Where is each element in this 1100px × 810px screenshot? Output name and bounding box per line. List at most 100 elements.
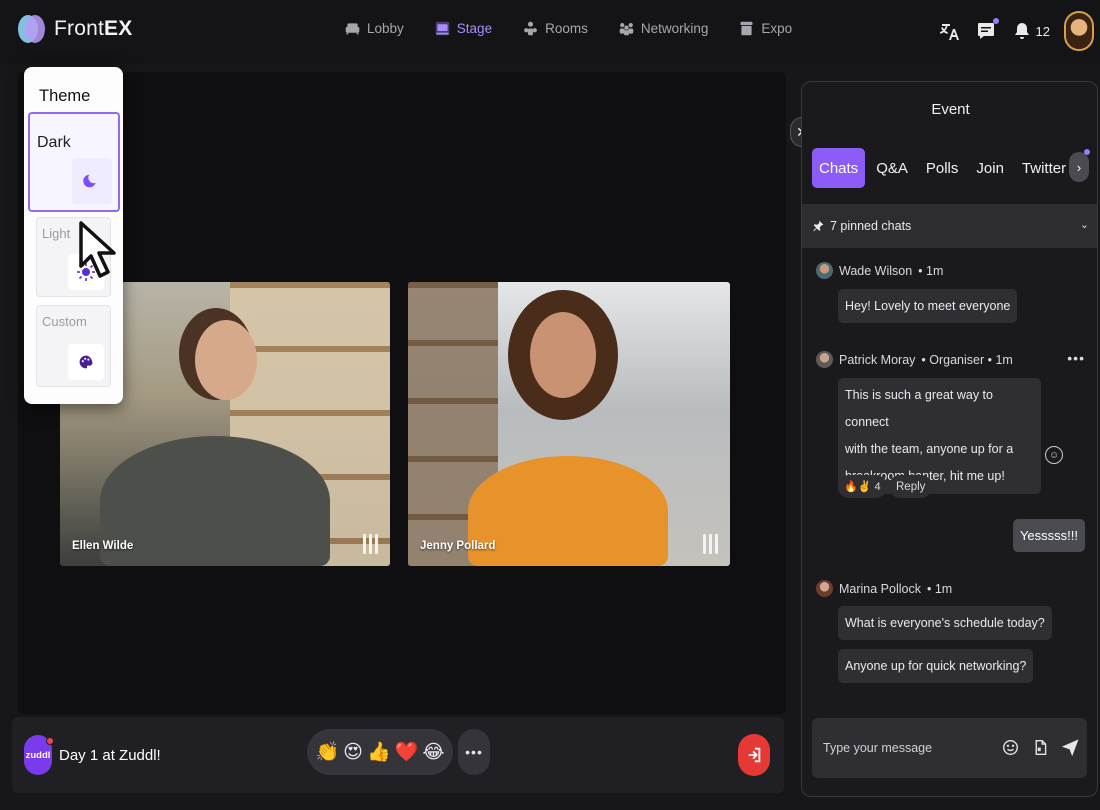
speaker-body (468, 456, 668, 566)
emoji-button[interactable] (1001, 738, 1019, 756)
reply-button[interactable]: Reply (889, 475, 933, 498)
send-button[interactable] (1061, 738, 1079, 756)
video-tile[interactable]: Jenny Pollard (408, 282, 730, 566)
nav-lobby-label: Lobby (367, 21, 404, 36)
theme-option-custom[interactable]: Custom (36, 305, 111, 387)
laugh-reaction[interactable]: 😂 (422, 741, 444, 764)
translate-icon (939, 24, 959, 40)
message-author: Patrick Moray (839, 352, 916, 367)
thumbs-up-reaction[interactable]: 👍 (367, 740, 391, 764)
event-avatar-text: zuddl (25, 749, 51, 761)
message-header: Patrick Moray • Organiser • 1m (816, 351, 1013, 368)
main-nav: Lobby Stage Rooms Networking Expo (344, 20, 792, 37)
pin-icon (813, 220, 824, 232)
expo-icon (740, 21, 753, 36)
pinned-chats-label: 7 pinned chats (830, 219, 912, 233)
nav-expo[interactable]: Expo (738, 20, 792, 37)
message-meta: • Organiser • 1m (921, 352, 1013, 367)
nav-rooms[interactable]: Rooms (522, 20, 588, 37)
message-text: This is such a great way to connect (845, 388, 993, 429)
chevron-down-icon: ⌄ (1079, 219, 1089, 231)
networking-icon (619, 22, 634, 36)
avatar (816, 262, 833, 279)
nav-lobby[interactable]: Lobby (344, 20, 404, 37)
message-bubble: Hey! Lovely to meet everyone (838, 289, 1018, 323)
theme-title: Theme (39, 87, 91, 105)
tab-polls[interactable]: Polls (919, 148, 966, 188)
tab-qa[interactable]: Q&A (869, 148, 915, 188)
avatar (816, 351, 833, 368)
live-dot (46, 737, 54, 745)
tab-join[interactable]: Join (969, 148, 1011, 188)
message-text: Hey! Lovely to meet everyone (845, 299, 1011, 313)
composer-actions (1001, 738, 1079, 756)
leave-stage-button[interactable] (738, 734, 770, 776)
message-bubble: Anyone up for quick networking? (838, 649, 1034, 683)
notifications-button[interactable]: 12 (1011, 20, 1050, 42)
lobby-icon (345, 23, 360, 35)
add-reaction-icon[interactable]: ☺ (1045, 446, 1063, 464)
message-composer (812, 718, 1087, 778)
tab-chats[interactable]: Chats (812, 148, 866, 188)
bottom-bar: zuddl Day 1 at Zuddl! 👏 😍 👍 ❤️ 😂 ••• (12, 717, 784, 793)
chevron-right-icon: › (1076, 159, 1082, 175)
message-author: Wade Wilson (839, 263, 913, 278)
top-bar: FrontEX Lobby Stage Rooms Networking Exp… (0, 0, 1100, 64)
audio-level-icon (703, 534, 718, 554)
message-bubble: What is everyone's schedule today? (838, 606, 1052, 640)
message-meta: • 1m (926, 581, 953, 596)
heart-reaction[interactable]: ❤️ (395, 740, 419, 764)
theme-option-label: Light (42, 226, 71, 241)
own-message-bubble: Yesssss!!! (1012, 519, 1085, 552)
gif-button[interactable] (1031, 738, 1049, 756)
speaker-body (100, 436, 330, 566)
logo-text: FrontEX (54, 17, 133, 40)
clap-reaction[interactable]: 👏 (315, 740, 339, 764)
palette-icon (68, 344, 104, 380)
theme-option-dark[interactable]: Dark (28, 112, 120, 212)
nav-rooms-label: Rooms (545, 21, 588, 36)
nav-stage[interactable]: Stage (434, 20, 492, 37)
bell-icon (1014, 23, 1029, 39)
participant-name: Ellen Wilde (72, 540, 134, 552)
gif-icon (1035, 739, 1046, 755)
logo-mark (18, 14, 46, 44)
emoji-icon (1002, 739, 1018, 755)
tabs-scroll-right-button[interactable]: › (1069, 149, 1090, 182)
rooms-icon (524, 21, 537, 36)
messages-badge (992, 18, 999, 24)
more-reactions-button[interactable]: ••• (458, 729, 490, 775)
logo[interactable]: FrontEX (18, 14, 132, 44)
mouse-pointer-icon (79, 221, 116, 278)
message-meta: • 1m (918, 263, 944, 278)
messages-button[interactable] (975, 18, 999, 42)
message-text: with the team, anyone up for a (845, 442, 1014, 456)
theme-option-label: Custom (42, 314, 87, 329)
message-header: Marina Pollock • 1m (816, 580, 952, 597)
avatar (816, 580, 833, 597)
event-title: Day 1 at Zuddl! (59, 747, 161, 764)
tab-twitter[interactable]: Twitter (1015, 148, 1073, 188)
message-text: Yesssss!!! (1019, 528, 1078, 543)
header-actions: 12 (939, 11, 1094, 51)
message-input[interactable] (812, 718, 997, 778)
speaker-head (530, 312, 596, 398)
reaction-count-pill[interactable]: 🔥✌️ 4 (838, 475, 887, 498)
nav-stage-label: Stage (456, 21, 493, 36)
panel-title: Event (931, 101, 970, 118)
message-author: Marina Pollock (839, 581, 921, 596)
nav-networking[interactable]: Networking (618, 20, 708, 37)
notification-count: 12 (1035, 23, 1050, 39)
bell-icon-wrap (1011, 20, 1033, 42)
participant-name: Jenny Pollard (420, 540, 496, 552)
message-text: Anyone up for quick networking? (845, 659, 1027, 673)
heart-eyes-reaction[interactable]: 😍 (343, 741, 363, 764)
message-icon (977, 23, 994, 39)
nav-expo-label: Expo (761, 21, 793, 36)
pinned-chats-bar[interactable]: 7 pinned chats ⌄ (802, 204, 1097, 248)
stage-icon (435, 21, 450, 36)
event-avatar[interactable]: zuddl (24, 735, 54, 775)
translate-button[interactable] (939, 20, 961, 42)
message-options-button[interactable]: ••• (1067, 350, 1085, 366)
user-avatar[interactable] (1064, 11, 1094, 51)
